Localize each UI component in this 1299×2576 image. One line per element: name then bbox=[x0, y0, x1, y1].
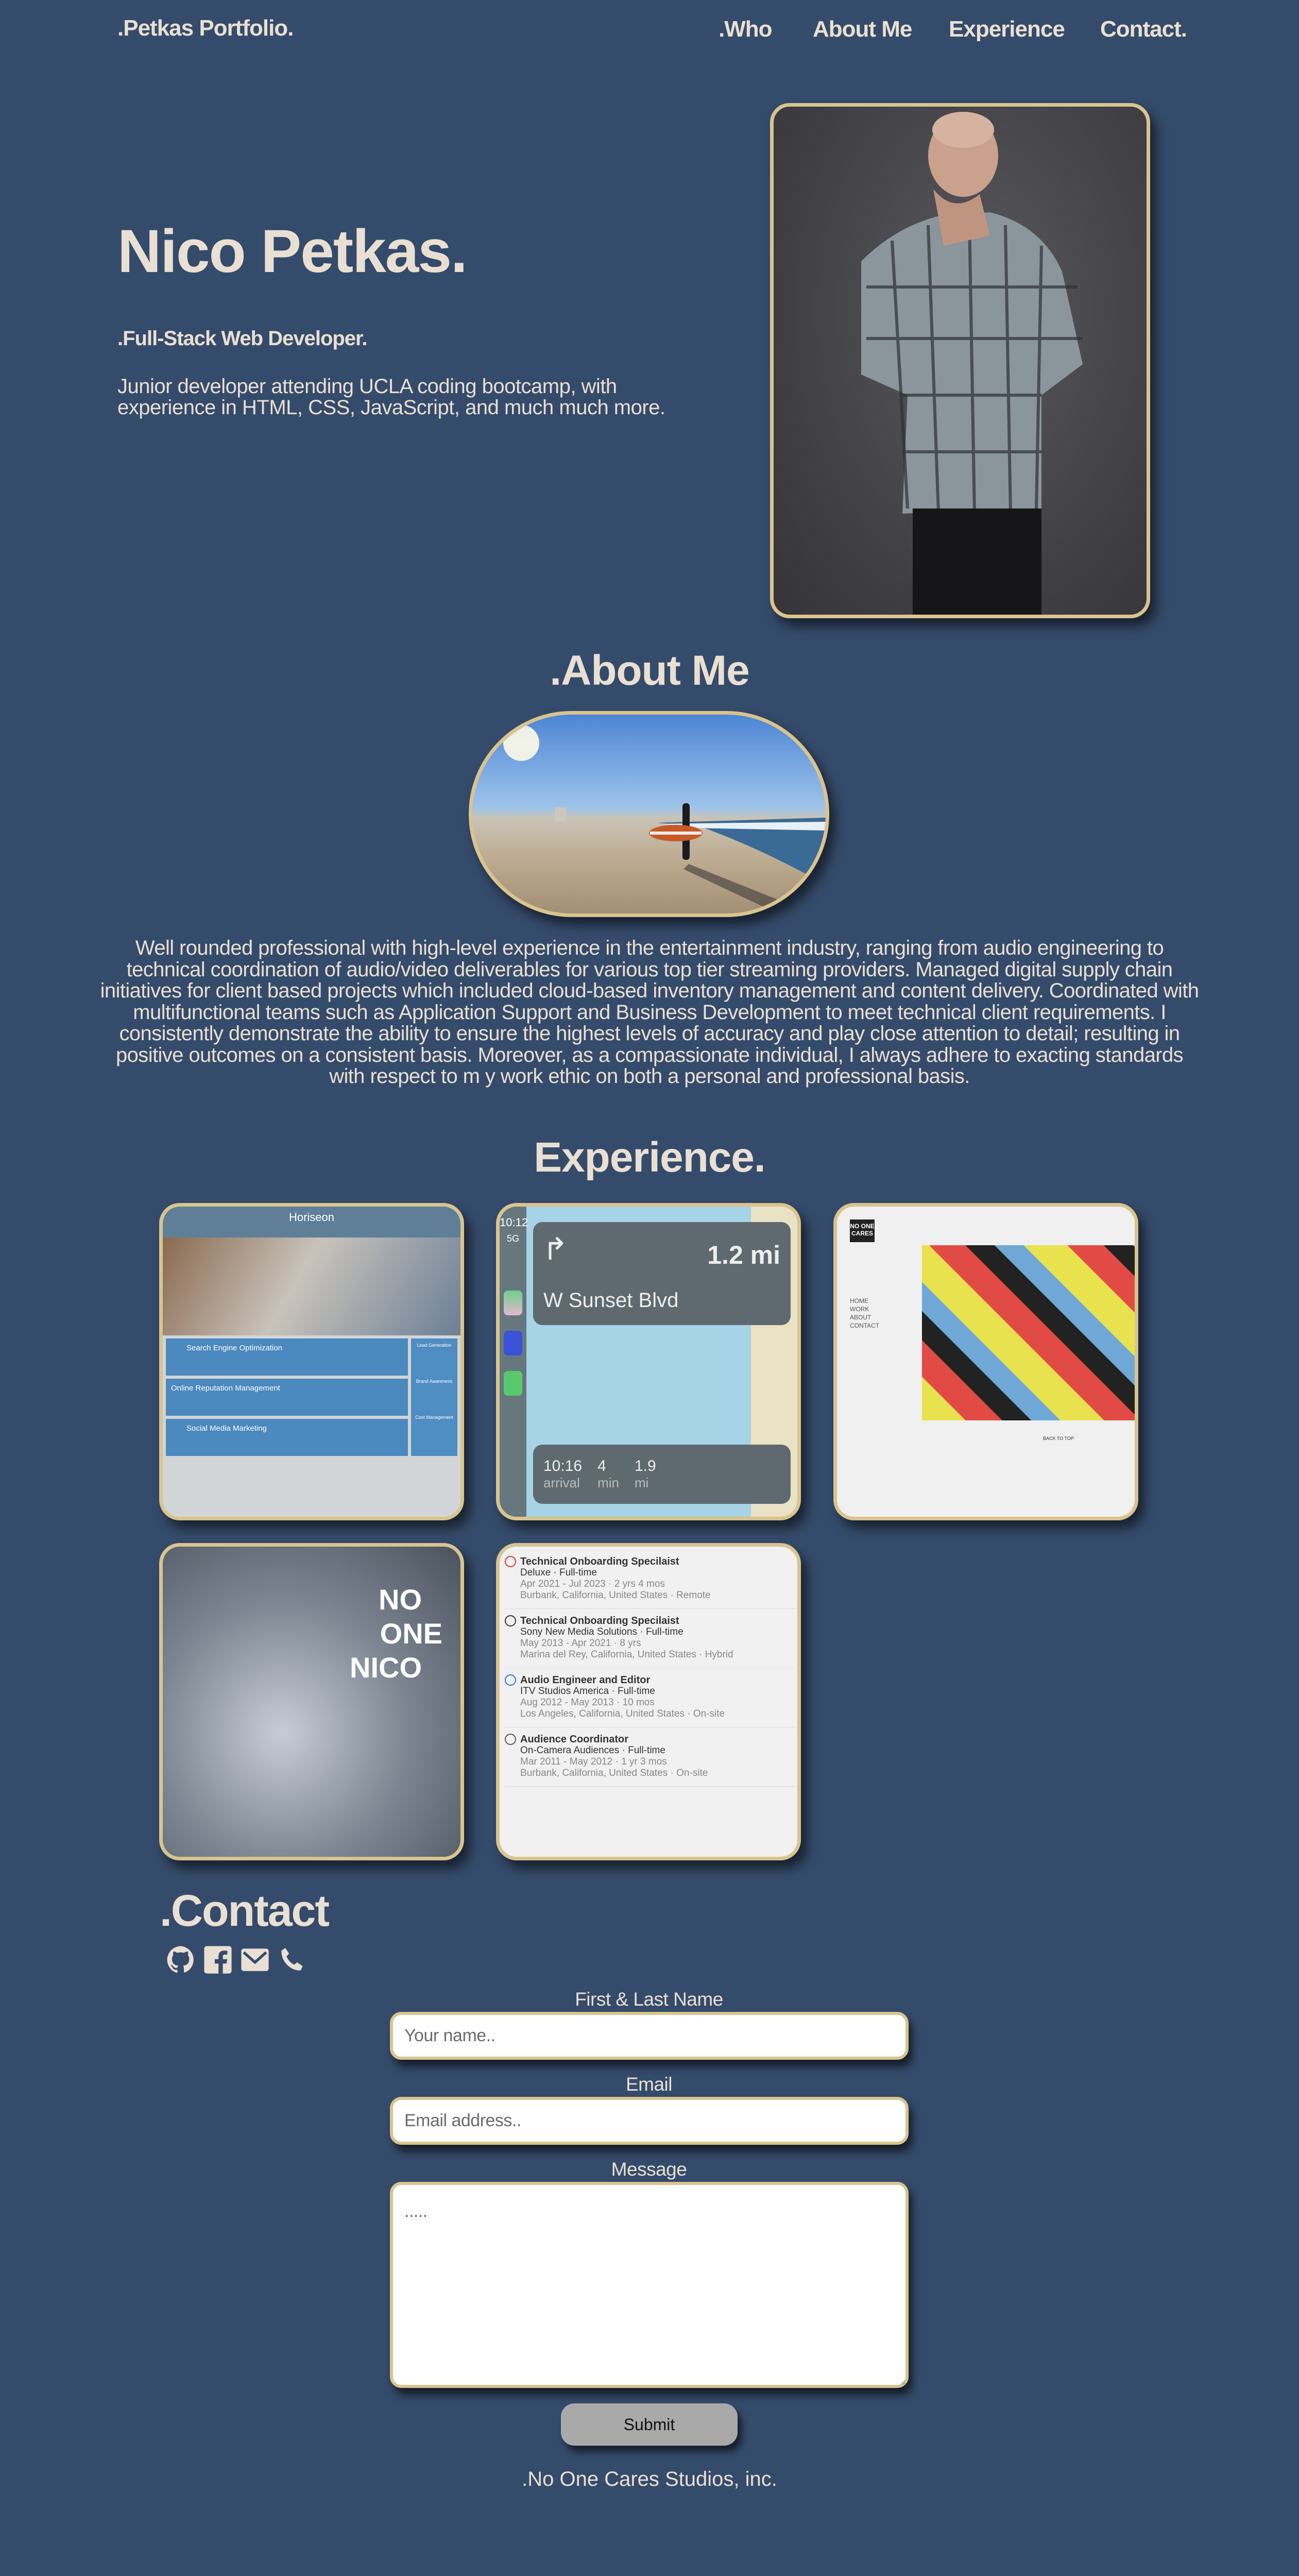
job-dates: Apr 2021 - Jul 2023 · 2 yrs 4 mos bbox=[520, 1579, 665, 1589]
facebook-icon[interactable] bbox=[203, 1945, 233, 1975]
job-title: Technical Onboarding Specilaist bbox=[520, 1556, 679, 1567]
nav-experience[interactable]: Experience bbox=[949, 16, 1065, 42]
menu-item: CONTACT bbox=[850, 1322, 880, 1329]
nav-about-me[interactable]: About Me bbox=[813, 16, 912, 42]
contact-heading: .Contact bbox=[160, 1886, 330, 1936]
nav-arrival-label: arrival bbox=[543, 1475, 580, 1490]
email-icon[interactable] bbox=[240, 1945, 270, 1975]
job-location: Los Angeles, California, United States ·… bbox=[520, 1708, 725, 1719]
nav-street: W Sunset Blvd bbox=[543, 1289, 679, 1312]
nav-arrival-time: 10:16 bbox=[543, 1458, 583, 1475]
project-card-no-one-nico[interactable]: NO ONE NICO bbox=[159, 1543, 464, 1860]
job-company: Sony New Media Solutions · Full-time bbox=[520, 1626, 683, 1637]
message-label: Message bbox=[611, 2159, 687, 2180]
horiseon-sidebar-item: Brand Awareness bbox=[416, 1379, 453, 1384]
job-company: Deluxe · Full-time bbox=[520, 1567, 597, 1578]
nav-signal: 5G bbox=[506, 1233, 519, 1244]
back-to-top-link[interactable]: BACK TO TOP bbox=[1043, 1436, 1074, 1441]
sxm-app-icon bbox=[504, 1331, 522, 1355]
project-card-resume[interactable]: Technical Onboarding Specilaist Deluxe · … bbox=[496, 1543, 801, 1860]
nav-distance: 1.2 mi bbox=[707, 1241, 780, 1269]
no-one-cares-logo: NO ONE CARES bbox=[850, 1219, 875, 1242]
project-card-horiseon[interactable]: Horiseon Search Engine Optimization Onli… bbox=[159, 1203, 464, 1520]
horiseon-section: Search Engine Optimization bbox=[166, 1338, 408, 1376]
horiseon-section: Social Media Marketing bbox=[166, 1419, 408, 1456]
profile-photo bbox=[770, 103, 1150, 618]
phone-icon[interactable] bbox=[277, 1945, 307, 1975]
job-entry: Technical Onboarding Specilaist Deluxe · … bbox=[505, 1553, 797, 1609]
site-logo[interactable]: .Petkas Portfolio. bbox=[117, 15, 294, 41]
horiseon-section: Online Reputation Management bbox=[166, 1379, 408, 1416]
job-title: Technical Onboarding Specilaist bbox=[520, 1615, 679, 1626]
horiseon-title: Horiseon bbox=[163, 1207, 460, 1238]
experience-heading: Experience. bbox=[534, 1134, 765, 1181]
maps-app-icon bbox=[504, 1291, 522, 1315]
job-dates: Mar 2011 - May 2012 · 1 yr 3 mos bbox=[520, 1756, 667, 1767]
job-location: Burbank, California, United States · On-… bbox=[520, 1768, 708, 1778]
menu-item: WORK bbox=[850, 1306, 869, 1313]
horiseon-sidebar-item: Lead Generation bbox=[417, 1343, 452, 1348]
job-dates: Aug 2012 - May 2013 · 10 mos bbox=[520, 1697, 655, 1708]
nav-minutes: 4 bbox=[597, 1458, 606, 1475]
hero-subtitle: .Full-Stack Web Developer. bbox=[117, 327, 368, 350]
nav-miles-label: mi bbox=[634, 1475, 649, 1490]
horiseon-sidebar-item: Cost Management bbox=[415, 1415, 453, 1420]
job-location: Burbank, California, United States · Rem… bbox=[520, 1590, 711, 1601]
about-text: Well rounded professional with high-leve… bbox=[100, 937, 1199, 1088]
email-input[interactable] bbox=[390, 2097, 909, 2145]
phone-app-icon bbox=[504, 1371, 522, 1396]
footer-text: .No One Cares Studios, inc. bbox=[522, 2468, 777, 2490]
job-company: On-Camera Audiences · Full-time bbox=[520, 1745, 665, 1756]
job-company: ITV Studios America · Full-time bbox=[520, 1686, 655, 1697]
job-dates: May 2013 - Apr 2021 · 8 yrs bbox=[520, 1638, 641, 1649]
company-logo-icon bbox=[505, 1674, 516, 1686]
company-logo-icon bbox=[505, 1734, 516, 1745]
menu-item: HOME bbox=[850, 1297, 868, 1304]
hero-title: Nico Petkas. bbox=[117, 217, 468, 285]
nav-who[interactable]: .Who bbox=[719, 16, 773, 42]
nav-contact[interactable]: Contact. bbox=[1100, 16, 1187, 42]
company-logo-icon bbox=[505, 1615, 516, 1626]
menu-item: ABOUT bbox=[850, 1314, 871, 1321]
nav-time: 10:12 bbox=[500, 1216, 528, 1229]
company-logo-icon bbox=[505, 1556, 516, 1567]
about-heading: .About Me bbox=[550, 647, 749, 694]
github-icon[interactable] bbox=[166, 1945, 196, 1975]
name-label: First & Last Name bbox=[575, 1989, 723, 2010]
project-card-no-one-cares[interactable]: NO ONE CARES HOME WORK ABOUT CONTACT BAC… bbox=[833, 1203, 1138, 1520]
job-entry: Audio Engineer and Editor ITV Studios Ame… bbox=[505, 1671, 797, 1727]
job-title: Audience Coordinator bbox=[520, 1734, 629, 1745]
no-one-cares-artwork bbox=[922, 1245, 1135, 1420]
submit-button[interactable]: Submit bbox=[561, 2403, 738, 2446]
job-entry: Audience Coordinator On-Camera Audiences … bbox=[505, 1731, 797, 1787]
artwork-text: NICO bbox=[350, 1651, 422, 1684]
artwork-text: ONE bbox=[380, 1617, 442, 1650]
horiseon-hero-image bbox=[163, 1238, 460, 1335]
job-title: Audio Engineer and Editor bbox=[520, 1674, 651, 1686]
email-label: Email bbox=[625, 2074, 673, 2095]
nav-minutes-label: min bbox=[597, 1475, 619, 1490]
job-location: Marina del Rey, California, United State… bbox=[520, 1649, 733, 1660]
nav-miles: 1.9 bbox=[634, 1458, 656, 1475]
project-card-navigation[interactable]: 10:12 5G ↱ 1.2 mi W Sunset Blvd 10:16 arr… bbox=[496, 1203, 801, 1520]
turn-right-icon: ↱ bbox=[542, 1232, 569, 1266]
artwork-text: NO bbox=[379, 1583, 422, 1616]
beach-photo bbox=[469, 711, 829, 917]
job-entry: Technical Onboarding Specilaist Sony New … bbox=[505, 1612, 797, 1668]
message-textarea[interactable] bbox=[390, 2182, 909, 2388]
name-input[interactable] bbox=[390, 2012, 909, 2060]
hero-description: Junior developer attending UCLA coding b… bbox=[117, 375, 665, 419]
